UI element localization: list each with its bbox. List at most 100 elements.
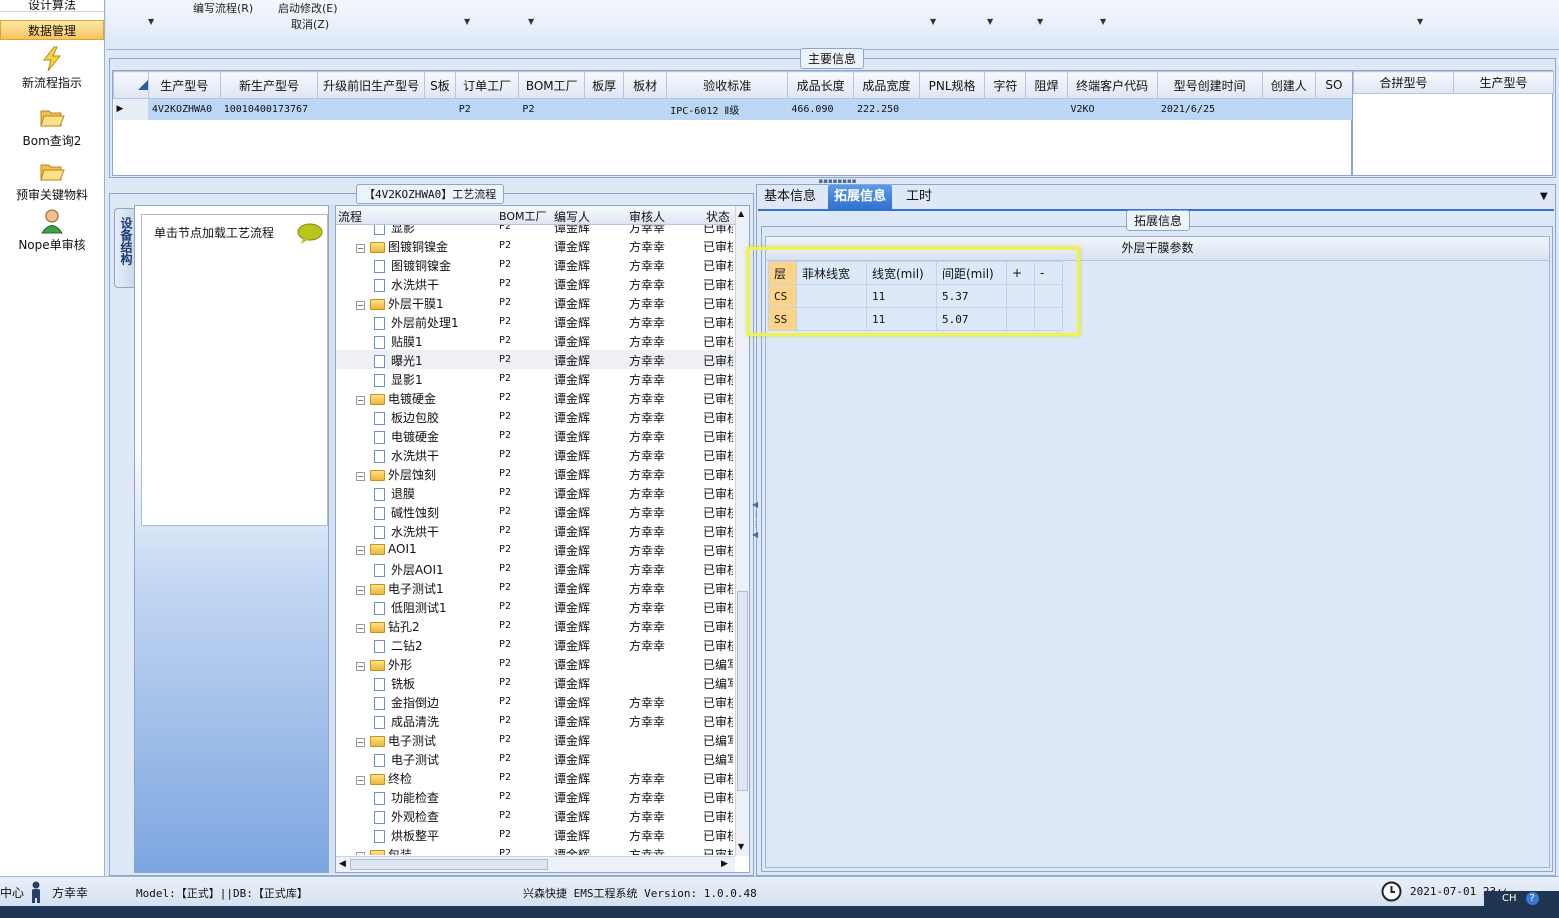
tree-node[interactable]: − AOI1: [356, 542, 417, 556]
tree-node[interactable]: − 电镀硬金: [356, 390, 436, 407]
tree-node[interactable]: 二钻2: [374, 637, 423, 654]
tree-row[interactable]: 退膜 P2 谭金辉 方幸幸 已审核: [336, 483, 736, 502]
col-header-17[interactable]: SO: [1314, 71, 1354, 99]
tree-row[interactable]: − 图镀铜镍金 P2 谭金辉 方幸幸 已审核: [336, 236, 736, 255]
tree-node[interactable]: 功能检查: [374, 789, 439, 806]
splitter-arrows-icon[interactable]: ◀ ⋮ ⋮ ◀: [752, 500, 760, 560]
tree-row[interactable]: 低阻测试1 P2 谭金辉 方幸幸 已审核: [336, 597, 736, 616]
tree-node[interactable]: − 电子测试1: [356, 580, 444, 597]
collapse-toggle-icon[interactable]: −: [356, 852, 365, 855]
col-header-9[interactable]: 成品长度: [787, 71, 855, 99]
collapse-toggle-icon[interactable]: −: [356, 546, 365, 555]
cell-3[interactable]: [424, 98, 456, 120]
nav-item-data-management[interactable]: 数据管理: [0, 20, 104, 40]
nav-item-algorithm[interactable]: 设计算法: [0, 0, 104, 12]
device-structure-tab[interactable]: 设备结构: [114, 208, 136, 288]
tree-node[interactable]: 外层前处理1: [374, 314, 459, 331]
col-header-7[interactable]: 板材: [623, 71, 668, 99]
tree-node[interactable]: 显影1: [374, 371, 423, 388]
tree-node[interactable]: 电子测试: [374, 751, 439, 768]
collapse-toggle-icon[interactable]: −: [356, 472, 365, 481]
tree-row[interactable]: 电子测试 P2 谭金辉 已编写: [336, 749, 736, 768]
tree-node[interactable]: − 终检: [356, 770, 412, 787]
cell-13[interactable]: [1025, 98, 1068, 120]
dropdown-caret-icon[interactable]: ▼: [148, 17, 154, 26]
tree-node[interactable]: − 外层干膜1: [356, 295, 444, 312]
cell-8[interactable]: IPC-6012 Ⅱ级: [666, 98, 789, 120]
cell-10[interactable]: 222.250: [853, 98, 920, 120]
col-header-0[interactable]: 生产型号: [147, 71, 221, 99]
tree-row[interactable]: − 外层干膜1 P2 谭金辉 方幸幸 已审核: [336, 293, 736, 312]
tree-row[interactable]: 水洗烘干 P2 谭金辉 方幸幸 已审核: [336, 445, 736, 464]
tree-node[interactable]: 贴膜1: [374, 333, 423, 350]
cell-7[interactable]: [623, 98, 668, 120]
cell-5[interactable]: P2: [518, 98, 586, 120]
collapse-toggle-icon[interactable]: −: [356, 244, 365, 253]
tree-row[interactable]: 铣板 P2 谭金辉 已编写: [336, 673, 736, 692]
tab-work-hours[interactable]: 工时: [900, 185, 938, 209]
scroll-right-icon[interactable]: ▶: [721, 859, 728, 869]
tree-node[interactable]: 成品清洗: [374, 713, 439, 730]
tree-row[interactable]: 成品清洗 P2 谭金辉 方幸幸 已审核: [336, 711, 736, 730]
tab-dropdown-icon[interactable]: ▼: [1540, 191, 1548, 202]
dropdown-caret-icon[interactable]: ▼: [930, 17, 936, 26]
tree-node[interactable]: 水洗烘干: [374, 276, 439, 293]
tree-node[interactable]: 水洗烘干: [374, 447, 439, 464]
tree-node[interactable]: 水洗烘干: [374, 523, 439, 540]
col-header-10[interactable]: 成品宽度: [853, 71, 920, 99]
tree-node[interactable]: 退膜: [374, 485, 415, 502]
collapse-toggle-icon[interactable]: −: [356, 396, 365, 405]
tab-extended-info[interactable]: 拓展信息: [828, 185, 893, 209]
tool-new-flow[interactable]: 新流程指示: [0, 46, 104, 91]
cell-11[interactable]: [919, 98, 986, 120]
cell-17[interactable]: [1315, 98, 1354, 120]
col-header-6[interactable]: 板厚: [584, 71, 625, 99]
cell-0[interactable]: 4V2KOZHWA0: [148, 98, 221, 120]
cell-14[interactable]: V2KO: [1067, 98, 1158, 120]
help-icon[interactable]: ?: [1525, 891, 1539, 905]
ime-indicator[interactable]: CH ?: [1484, 891, 1559, 907]
tree-node[interactable]: 曝光1: [374, 352, 423, 369]
cell-2[interactable]: [317, 98, 425, 120]
col-header-1[interactable]: 新生产型号: [219, 71, 319, 99]
collapse-toggle-icon[interactable]: −: [356, 776, 365, 785]
tree-node[interactable]: 显影: [374, 225, 415, 236]
tree-node[interactable]: 低阻测试1: [374, 599, 447, 616]
tree-row[interactable]: 板边包胶 P2 谭金辉 方幸幸 已审核: [336, 407, 736, 426]
tree-node[interactable]: 铣板: [374, 675, 415, 692]
tree-row[interactable]: − 外形 P2 谭金辉 已编写: [336, 654, 736, 673]
tree-row[interactable]: 外观检查 P2 谭金辉 方幸幸 已审核: [336, 806, 736, 825]
dropdown-caret-icon[interactable]: ▼: [528, 17, 534, 26]
tree-row[interactable]: 显影1 P2 谭金辉 方幸幸 已审核: [336, 369, 736, 388]
cell-9[interactable]: 466.090: [787, 98, 855, 120]
cell-4[interactable]: P2: [455, 98, 520, 120]
main-info-data-row[interactable]: ▶ 4V2KOZHWA0 10010400173767 P2 P2 IPC-6012 Ⅱ…: [113, 98, 1354, 120]
tree-row[interactable]: − 包装 P2 谭金辉 方幸幸 已审核: [336, 844, 736, 855]
tree-node[interactable]: 碱性蚀刻: [374, 504, 439, 521]
tree-row[interactable]: − AOI1 P2 谭金辉 方幸幸 已审核: [336, 540, 736, 559]
tree-row[interactable]: 显影 P2 谭金辉 方幸幸 已审核: [336, 225, 736, 236]
cell-1[interactable]: 10010400173767: [220, 98, 319, 120]
tree-node[interactable]: 外观检查: [374, 808, 439, 825]
tree-row[interactable]: 贴膜1 P2 谭金辉 方幸幸 已审核: [336, 331, 736, 350]
tree-row[interactable]: 外层AOI1 P2 谭金辉 方幸幸 已审核: [336, 559, 736, 578]
tree-row[interactable]: 曝光1 P2 谭金辉 方幸幸 已审核: [336, 350, 736, 369]
tree-row[interactable]: 水洗烘干 P2 谭金辉 方幸幸 已审核: [336, 274, 736, 293]
col-header-11[interactable]: PNL规格: [918, 71, 986, 99]
tree-node[interactable]: − 图镀铜镍金: [356, 238, 448, 255]
h-scroll-thumb[interactable]: [350, 859, 548, 870]
cancel-button[interactable]: 取消(Z): [291, 16, 329, 32]
col-header-8[interactable]: 验收标准: [666, 71, 789, 99]
col-header-3[interactable]: S板: [424, 71, 456, 99]
tree-row[interactable]: − 电镀硬金 P2 谭金辉 方幸幸 已审核: [336, 388, 736, 407]
col-header-5[interactable]: BOM工厂: [518, 71, 586, 99]
dropdown-caret-icon[interactable]: ▼: [464, 17, 470, 26]
horizontal-scrollbar[interactable]: ◀ ▶: [336, 856, 735, 872]
tree-row[interactable]: − 终检 P2 谭金辉 方幸幸 已审核: [336, 768, 736, 787]
scroll-left-icon[interactable]: ◀: [339, 859, 346, 869]
cell-6[interactable]: [584, 98, 625, 120]
collapse-toggle-icon[interactable]: −: [356, 624, 365, 633]
tree-row[interactable]: 图镀铜镍金 P2 谭金辉 方幸幸 已审核: [336, 255, 736, 274]
dropdown-caret-icon[interactable]: ▼: [1100, 17, 1106, 26]
cell-16[interactable]: [1262, 98, 1316, 120]
